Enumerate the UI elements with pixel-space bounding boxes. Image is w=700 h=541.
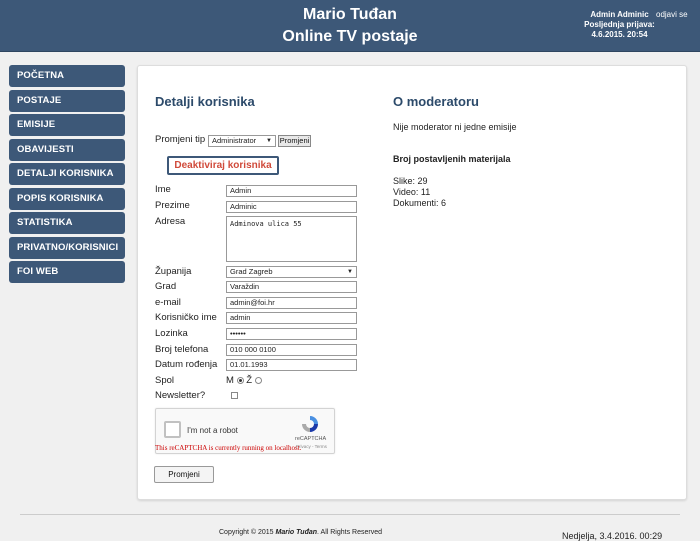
materials-title: Broj postavljenih materijala [393,154,511,164]
user-type-select[interactable]: Administrator ▼ [208,135,276,147]
city-field[interactable]: Varaždin [226,281,357,293]
gender-female-label: Ž [246,375,253,386]
username-field[interactable]: admin [226,312,357,324]
change-type-button[interactable]: Promjeni [278,135,311,147]
last-login-value: 4.6.2015. 20:54 [591,30,648,39]
user-info: Admin Adminic Posljednja prijava: 4.6.20… [572,10,667,40]
change-type-label: Promjeni tip [155,134,206,145]
sidebar-item-obavijesti[interactable]: OBAVIJESTI [9,138,125,161]
materials-images: Slike: 29 [393,176,428,186]
sidebar-item-pocetna[interactable]: POČETNA [9,65,125,87]
first-name-label: Ime [155,184,171,195]
sidebar-item-emisije[interactable]: EMISIJE [9,114,125,136]
materials-video: Video: 11 [393,187,431,197]
last-name-label: Prezime [155,200,190,211]
sidebar-item-postaje[interactable]: POSTAJE [9,89,125,112]
recaptcha-logo-icon [302,416,318,432]
gender-male-radio[interactable] [236,376,244,384]
phone-label: Broj telefona [155,344,209,355]
recaptcha-warning: This reCAPTCHA is currently running on l… [155,444,302,452]
password-field[interactable]: •••••• [226,328,357,340]
chevron-down-icon: ▼ [266,138,272,144]
sidebar-item-detalji-korisnika[interactable]: DETALJI KORISNIKA [9,163,125,185]
password-label: Lozinka [155,328,188,339]
username-label: Korisničko ime [155,312,217,323]
footer-datetime: Nedjelja, 3.4.2016. 00:29 [562,531,663,541]
moderator-none-text: Nije moderator ni jedne emisije [393,122,517,132]
header: Mario Tuđan Online TV postaje Admin Admi… [0,0,700,52]
sidebar-item-foi-web[interactable]: FOI WEB [9,261,125,283]
last-name-field[interactable]: Adminic [226,201,357,213]
submit-button[interactable]: Promjeni [154,466,214,483]
newsletter-label: Newsletter? [155,390,206,401]
gender-options: M Ž [226,375,262,386]
first-name-field[interactable]: Admin [226,185,357,197]
county-select[interactable]: Grad Zagreb ▼ [226,266,357,278]
newsletter-checkbox[interactable] [231,392,238,399]
copyright-suffix: . All Rights Reserved [317,529,382,536]
address-textarea[interactable]: Adminova ulica 55 [226,216,357,262]
copyright: Copyright © 2015 Mario Tuđan. All Rights… [219,529,382,536]
county-value: Grad Zagreb [230,267,273,276]
email-field[interactable]: admin@foi.hr [226,297,357,309]
user-name: Admin Adminic [590,10,649,19]
copyright-name: Mario Tuđan [275,529,318,536]
user-type-value: Administrator [212,136,257,145]
gender-male-label: M [226,375,234,386]
gender-female-radio[interactable] [254,376,262,384]
recaptcha-label: I'm not a robot [187,426,238,435]
footer-divider [20,514,680,515]
recaptcha-checkbox[interactable] [164,421,181,438]
sidebar-nav: POČETNA POSTAJE EMISIJE OBAVIJESTI DETAL… [9,65,125,286]
copyright-prefix: Copyright © 2015 [219,529,276,536]
phone-field[interactable]: 010 000 0100 [226,344,357,356]
address-label: Adresa [155,216,186,227]
chevron-down-icon: ▼ [347,269,353,275]
logout-link[interactable]: odjavi se [656,10,688,19]
sidebar-item-popis-korisnika[interactable]: POPIS KORISNIKA [9,187,125,210]
recaptcha-brand: reCAPTCHA [295,436,327,442]
user-details-title: Detalji korisnika [155,94,255,109]
county-label: Županija [155,266,192,277]
gender-label: Spol [155,375,175,386]
birth-date-field[interactable]: 01.01.1993 [226,359,357,371]
deactivate-user-button[interactable]: Deaktiviraj korisnika [167,156,279,175]
materials-documents: Dokumenti: 6 [393,198,447,208]
sidebar-item-statistika[interactable]: STATISTIKA [9,212,125,234]
email-label: e-mail [155,297,181,308]
moderator-title: O moderatoru [393,94,479,109]
sidebar-item-privatno-korisnici[interactable]: PRIVATNO/KORISNICI [9,236,125,259]
city-label: Grad [155,281,177,292]
last-login-label: Posljednja prijava: [584,20,655,29]
birth-date-label: Datum rođenja [155,359,218,370]
